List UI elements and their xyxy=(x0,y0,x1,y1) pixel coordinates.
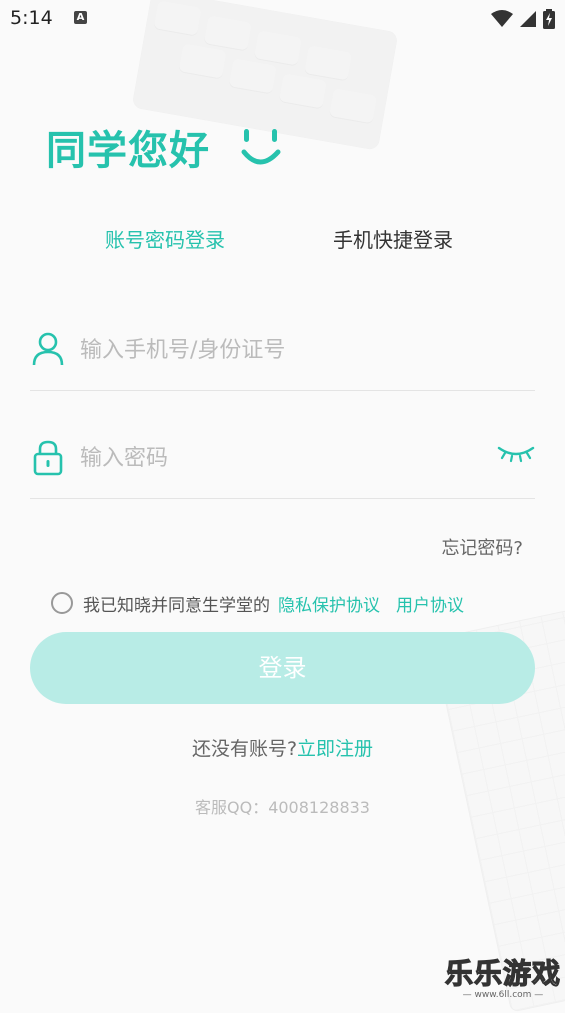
agreement-text: 我已知晓并同意生学堂的 xyxy=(83,595,270,616)
agreement-row: 我已知晓并同意生学堂的 隐私保护协议 用户协议 xyxy=(51,589,464,617)
watermark: 乐乐游戏 — www.6ll.com — xyxy=(444,952,561,1000)
user-agreement-link[interactable]: 用户协议 xyxy=(396,591,464,616)
login-tabs: 账号密码登录 手机快捷登录 xyxy=(0,224,565,256)
battery-icon xyxy=(543,9,555,29)
register-link[interactable]: 立即注册 xyxy=(297,738,373,760)
signal-icon xyxy=(520,11,536,27)
wifi-icon xyxy=(491,10,513,27)
account-field xyxy=(30,326,535,391)
smile-icon xyxy=(241,129,281,165)
status-bar: 5:14 A xyxy=(0,0,565,36)
login-button[interactable]: 登录 xyxy=(30,632,535,704)
greeting-title: 同学您好 xyxy=(46,128,210,174)
agreement-checkbox[interactable] xyxy=(51,592,73,614)
lock-icon xyxy=(33,440,63,476)
register-question: 还没有账号? xyxy=(191,738,298,760)
notification-a-icon: A xyxy=(74,11,87,24)
password-field xyxy=(30,434,535,499)
account-input[interactable] xyxy=(78,332,482,368)
user-icon xyxy=(32,332,64,366)
status-time: 5:14 xyxy=(10,7,53,29)
privacy-policy-link[interactable]: 隐私保护协议 xyxy=(278,591,380,616)
tab-phone-login[interactable]: 手机快捷登录 xyxy=(333,224,453,253)
forgot-password-link[interactable]: 忘记密码? xyxy=(441,534,523,560)
password-input[interactable] xyxy=(78,440,482,476)
tab-password-login[interactable]: 账号密码登录 xyxy=(105,224,225,253)
register-row: 还没有账号?立即注册 xyxy=(0,734,565,761)
watermark-title: 乐乐游戏 xyxy=(444,956,561,990)
customer-service-qq: 客服QQ：4008128833 xyxy=(195,798,370,817)
eye-closed-icon[interactable] xyxy=(497,444,535,464)
status-icons xyxy=(491,9,555,29)
